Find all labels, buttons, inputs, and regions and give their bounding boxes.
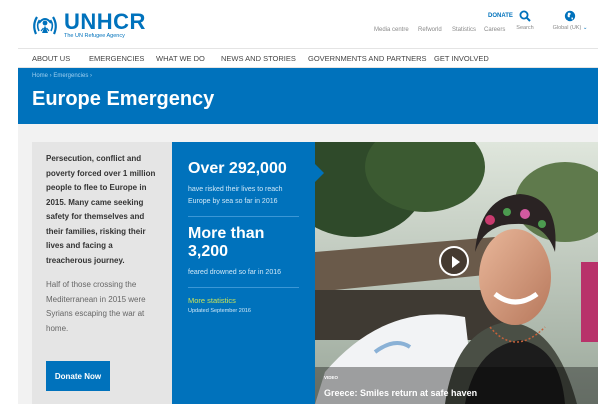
donate-now-button[interactable]: Donate Now [46, 361, 110, 391]
logo-tagline: The UN Refugee Agency [64, 32, 125, 39]
logo-wordmark: UNHCR [64, 8, 146, 34]
panel-pointer [315, 164, 324, 182]
video-title[interactable]: Greece: Smiles return at safe haven [324, 388, 477, 398]
search-label: Search [516, 25, 534, 31]
search-button[interactable]: Search [511, 10, 539, 31]
stat-drowned-value: More than 3,200 [188, 225, 265, 260]
nav-governments-and-partners[interactable]: GOVERNMENTS AND PARTNERS [308, 54, 427, 63]
stat-sea-crossings-text: have risked their lives to reach Europe … [188, 186, 283, 205]
video-tag: VIDEO [324, 375, 339, 380]
statistics-link[interactable]: Statistics [452, 27, 476, 33]
nav-get-involved[interactable]: GET INVOLVED [434, 54, 489, 63]
page: UNHCR The UN Refugee Agency Media centre… [18, 0, 598, 404]
nav-emergencies[interactable]: EMERGENCIES [89, 54, 144, 63]
nav-news-and-stories[interactable]: NEWS AND STORIES [221, 54, 296, 63]
careers-link[interactable]: Careers [484, 27, 505, 33]
search-icon [519, 10, 531, 22]
stat-sea-crossings-value: Over 292,000 [188, 160, 287, 177]
play-button-icon[interactable] [439, 246, 469, 276]
intro-lead-text: Persecution, conflict and poverty forced… [46, 154, 156, 265]
globe-icon [564, 10, 576, 22]
global-label: Global (UK) ⌄ [552, 25, 588, 31]
divider [188, 216, 299, 217]
intro-secondary-text: Half of those crossing the Mediterranean… [46, 280, 146, 333]
breadcrumb[interactable]: Home › Emergencies › [32, 73, 92, 79]
site-header: UNHCR The UN Refugee Agency Media centre… [18, 0, 598, 48]
nav-about-us[interactable]: ABOUT US [32, 54, 70, 63]
global-selector[interactable]: Global (UK) ⌄ [553, 10, 587, 31]
main-nav: ABOUT US EMERGENCIES WHAT WE DO NEWS AND… [18, 48, 598, 68]
stat-drowned-text: feared drowned so far in 2016 [188, 269, 282, 276]
header-donate-link[interactable]: DONATE [488, 13, 513, 19]
intro-card: Persecution, conflict and poverty forced… [32, 142, 172, 404]
unhcr-logo[interactable]: UNHCR The UN Refugee Agency [30, 8, 146, 42]
emergency-content: Persecution, conflict and poverty forced… [18, 124, 598, 404]
updated-date: Updated September 2016 [188, 308, 251, 314]
video-thumbnail[interactable]: VIDEO Greece: Smiles return at safe have… [315, 142, 598, 404]
page-title: Europe Emergency [32, 88, 215, 110]
chevron-down-icon: ⌄ [582, 25, 588, 31]
nav-what-we-do[interactable]: WHAT WE DO [156, 54, 205, 63]
unhcr-emblem-icon [30, 10, 60, 40]
more-statistics-link[interactable]: More statistics [188, 296, 299, 305]
media-centre-link[interactable]: Media centre [374, 27, 409, 33]
statistics-panel: Over 292,000 have risked their lives to … [172, 142, 324, 404]
refworld-link[interactable]: Refworld [418, 27, 442, 33]
divider [188, 287, 299, 288]
page-banner: Home › Emergencies › Europe Emergency [18, 68, 598, 124]
